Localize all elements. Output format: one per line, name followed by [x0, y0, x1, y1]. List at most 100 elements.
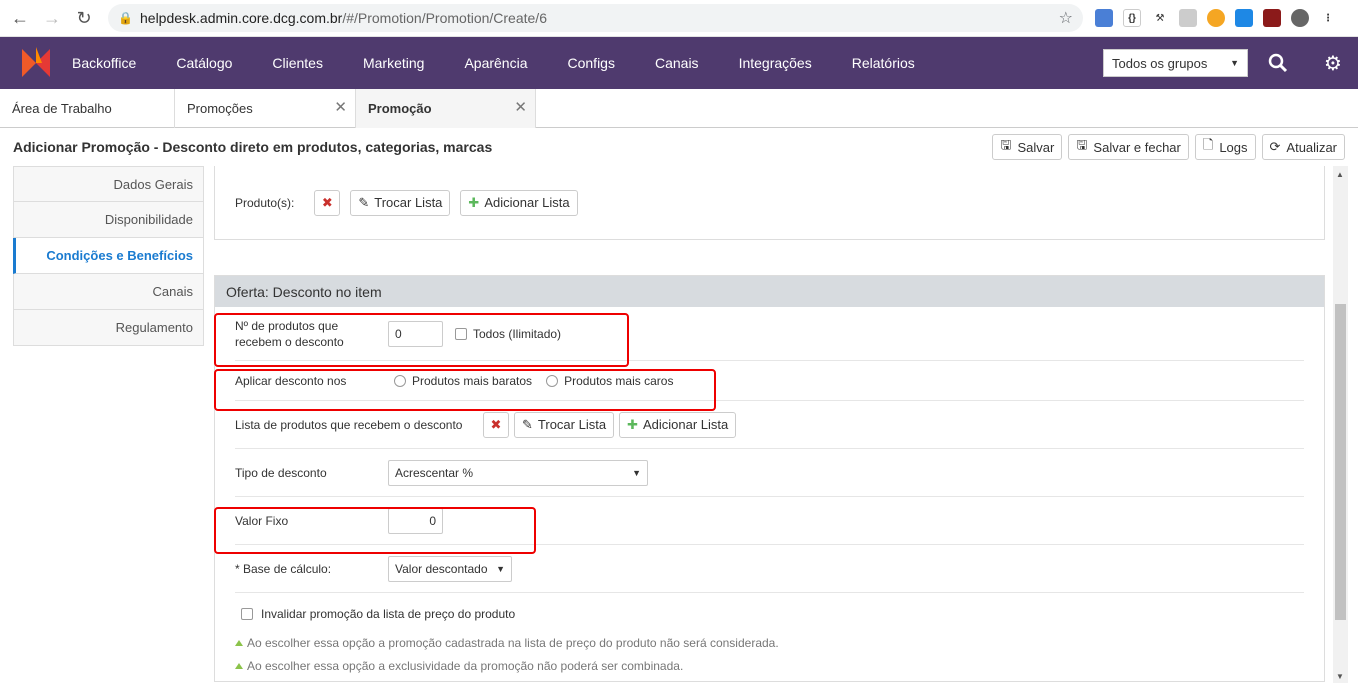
products-label: Produto(s): [235, 195, 295, 210]
close-icon[interactable]: ✕ [514, 98, 527, 116]
x-icon: ✖ [490, 416, 502, 432]
more-menu-icon[interactable]: ⋮ [1319, 9, 1337, 27]
menu-canais[interactable]: Canais [635, 55, 719, 71]
reload-icon[interactable]: ↻ [72, 6, 96, 30]
refresh-button[interactable]: ⟳ Atualizar [1261, 134, 1345, 160]
content-area: Produto(s): ✖ ✎ Trocar Lista ✚ Adicionar L… [214, 166, 1325, 682]
group-select[interactable]: Todos os grupos ▼ [1103, 49, 1248, 77]
caret-down-icon: ▼ [1230, 58, 1239, 68]
forward-icon[interactable]: → [40, 6, 64, 30]
menu-configs[interactable]: Configs [548, 55, 635, 71]
close-icon[interactable]: ✕ [334, 98, 347, 116]
sidebar-item-label: Condições e Benefícios [46, 248, 193, 263]
type-row: Tipo de desconto Acrescentar % ▼ [235, 449, 1304, 497]
m-extension-icon[interactable] [1179, 9, 1197, 27]
caret-down-icon: ▼ [496, 563, 505, 574]
tab-promocao[interactable]: Promoção ✕ [356, 89, 536, 128]
menu-backoffice[interactable]: Backoffice [72, 55, 156, 71]
plus-icon: ✚ [468, 194, 480, 210]
triangle-icon [235, 640, 243, 646]
save-label: Salvar [1017, 139, 1055, 155]
tab-promocoes[interactable]: Promoções ✕ [175, 89, 356, 128]
url-host: helpdesk.admin.core.dcg.com.br [140, 10, 343, 26]
note-2: Ao escolher essa opção a exclusividade d… [235, 651, 1324, 681]
discount-type-select[interactable]: Acrescentar % ▼ [388, 459, 648, 486]
menu-integracoes[interactable]: Integrações [719, 55, 832, 71]
floppy-icon: 🖫 [1076, 137, 1088, 152]
address-bar[interactable]: 🔒 helpdesk.admin.core.dcg.com.br/#/Promo… [108, 4, 1083, 32]
back-icon[interactable]: ← [8, 6, 32, 30]
scroll-thumb[interactable] [1335, 304, 1346, 620]
invalidate-row[interactable]: Invalidar promoção da lista de preço do … [241, 593, 1324, 635]
discount-type-value: Acrescentar % [395, 465, 474, 480]
search-icon[interactable] [1248, 53, 1308, 73]
save-close-button[interactable]: 🖫 Salvar e fechar [1068, 134, 1189, 160]
note-1: Ao escolher essa opção a promoção cadast… [235, 635, 1324, 651]
base-label: * Base de cálculo: [235, 561, 332, 576]
ublock-extension-icon[interactable] [1263, 9, 1281, 27]
orange-extension-icon[interactable] [1207, 9, 1225, 27]
sidebar-item-canais[interactable]: Canais [13, 274, 204, 310]
url-text: helpdesk.admin.core.dcg.com.br/#/Promoti… [140, 10, 1059, 26]
swap-list-button[interactable]: ✎ Trocar Lista [350, 189, 451, 216]
note-2-text: Ao escolher essa opção a exclusividade d… [247, 659, 684, 673]
x-icon: ✖ [321, 194, 333, 210]
products-card: Produto(s): ✖ ✎ Trocar Lista ✚ Adicionar L… [214, 166, 1325, 240]
invalidate-label: Invalidar promoção da lista de preço do … [261, 607, 516, 621]
save-button[interactable]: 🖫 Salvar [992, 134, 1063, 160]
swap-list-button[interactable]: ✎ Trocar Lista [514, 411, 615, 438]
brand-logo [22, 47, 50, 77]
menu-relatorios[interactable]: Relatórios [832, 55, 935, 71]
invalidate-checkbox[interactable] [241, 608, 253, 620]
menu-aparencia[interactable]: Aparência [444, 55, 547, 71]
main-layout: Dados Gerais Disponibilidade Condições e… [0, 166, 1358, 697]
add-list-label: Adicionar Lista [642, 417, 729, 432]
floppy-icon: 🖫 [1000, 137, 1012, 152]
sidebar-item-disponibilidade[interactable]: Disponibilidade [13, 202, 204, 238]
blue-extension-icon[interactable] [1235, 9, 1253, 27]
sidebar-item-condicoes[interactable]: Condições e Benefícios [13, 238, 204, 274]
logs-button[interactable]: 🗋 Logs [1194, 134, 1256, 160]
url-path: /#/Promotion/Promotion/Create/6 [342, 10, 547, 26]
menu-catalogo[interactable]: Catálogo [156, 55, 252, 71]
sidebar-item-regulamento[interactable]: Regulamento [13, 310, 204, 346]
base-select[interactable]: Valor descontado ▼ [388, 555, 512, 582]
tab-bar: Área de Trabalho Promoções ✕ Promoção ✕ [0, 89, 1358, 128]
add-list-button[interactable]: ✚ Adicionar Lista [460, 189, 578, 216]
tab-area-trabalho[interactable]: Área de Trabalho [0, 89, 175, 128]
tool-extension-icon[interactable]: ⚒ [1151, 9, 1169, 27]
tab-label: Promoção [368, 101, 432, 116]
browser-toolbar: ← → ↻ 🔒 helpdesk.admin.core.dcg.com.br/#… [0, 0, 1358, 37]
highlight-apply [214, 369, 716, 411]
file-icon: 🗋 [1202, 137, 1214, 152]
add-list-button[interactable]: ✚ Adicionar Lista [619, 411, 737, 438]
sidebar-item-dados-gerais[interactable]: Dados Gerais [13, 166, 204, 202]
scrollbar[interactable]: ▲ ▼ [1333, 166, 1348, 683]
action-buttons: 🖫 Salvar 🖫 Salvar e fechar 🗋 Logs ⟳ Atualiza… [992, 134, 1345, 160]
sidebar-item-label: Regulamento [115, 320, 193, 335]
scroll-down-icon[interactable]: ▼ [1336, 672, 1344, 681]
json-extension-icon[interactable]: {} [1123, 9, 1141, 27]
star-icon[interactable]: ☆ [1059, 8, 1073, 28]
menu-marketing[interactable]: Marketing [343, 55, 444, 71]
sidebar: Dados Gerais Disponibilidade Condições e… [13, 166, 204, 346]
title-row: Adicionar Promoção - Desconto direto em … [0, 128, 1358, 166]
logs-label: Logs [1219, 139, 1248, 155]
tab-label: Promoções [187, 101, 253, 116]
add-list-label: Adicionar Lista [484, 195, 570, 210]
tab-label: Área de Trabalho [12, 101, 112, 116]
refresh-icon: ⟳ [1269, 139, 1281, 154]
gear-icon[interactable]: ⚙ [1308, 51, 1358, 76]
menu-clientes[interactable]: Clientes [252, 55, 343, 71]
sidebar-item-label: Dados Gerais [113, 176, 193, 192]
swap-list-label: Trocar Lista [537, 417, 607, 432]
extensions-bar: {} ⚒ ⋮ [1095, 9, 1337, 27]
extension-icon[interactable] [1095, 9, 1113, 27]
type-label: Tipo de desconto [235, 465, 327, 480]
scroll-up-icon[interactable]: ▲ [1336, 170, 1344, 179]
remove-list-button[interactable]: ✖ [483, 411, 509, 438]
remove-list-button[interactable]: ✖ [314, 189, 341, 216]
pencil-icon: ✎ [522, 416, 533, 432]
top-navbar: Backoffice Catálogo Clientes Marketing A… [0, 37, 1358, 89]
profile-avatar[interactable] [1291, 9, 1309, 27]
